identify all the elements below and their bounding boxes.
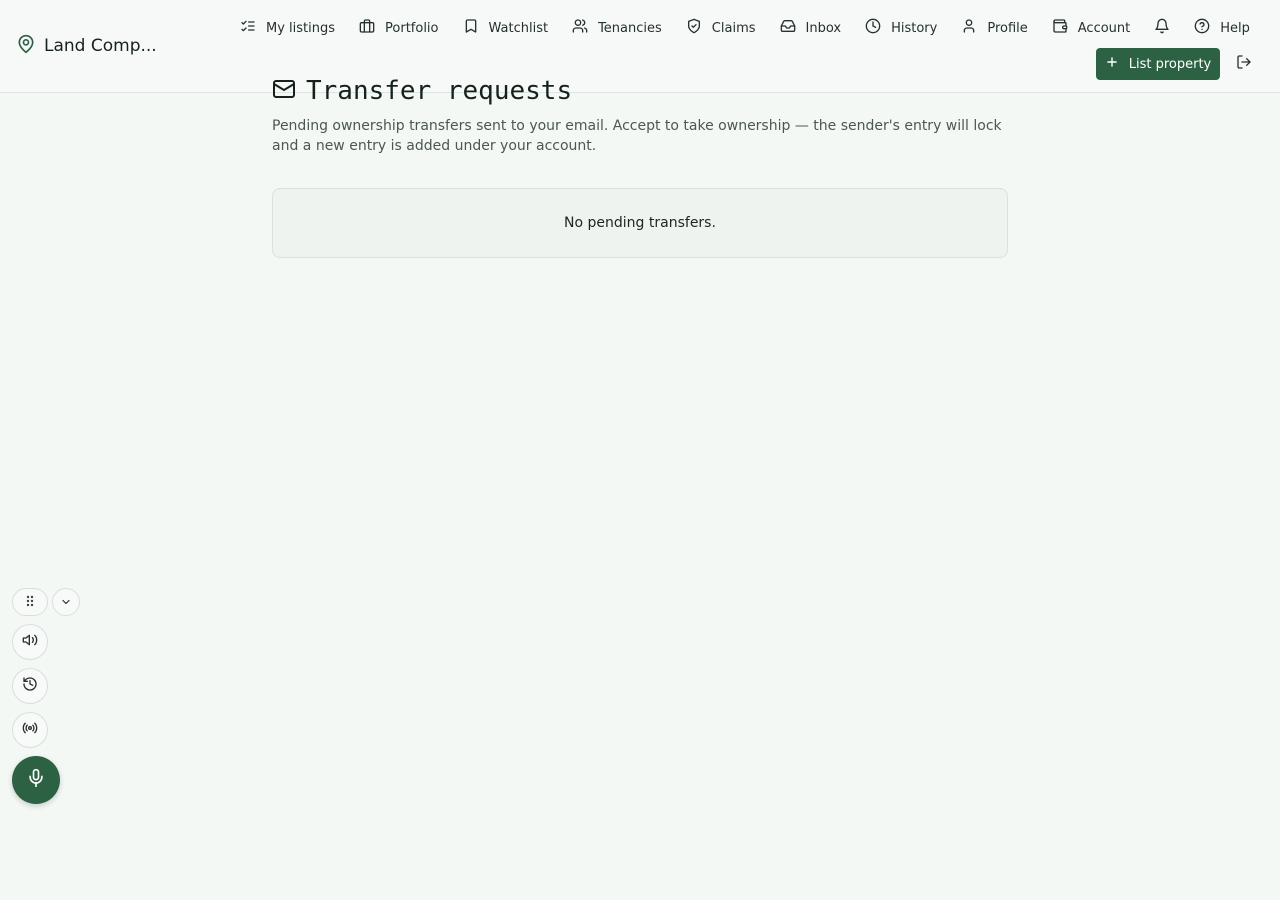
nav-label: Watchlist (488, 20, 549, 36)
logout-button[interactable] (1232, 52, 1256, 76)
list-checks-icon (240, 18, 256, 38)
nav-portfolio[interactable]: Portfolio (347, 14, 450, 42)
nav-account[interactable]: Account (1040, 14, 1143, 42)
nav-label: Help (1220, 20, 1250, 36)
bell-icon (1154, 18, 1170, 38)
list-property-label: List property (1128, 56, 1212, 72)
clock-icon (865, 18, 881, 38)
briefcase-icon (359, 18, 375, 38)
nav-label: My listings (266, 20, 336, 36)
nav-label: Inbox (805, 20, 842, 36)
nav-label: Tenancies (598, 20, 662, 36)
page-subtitle: Pending ownership transfers sent to your… (272, 118, 1002, 154)
microphone-button[interactable] (12, 756, 60, 804)
page-heading: Transfer requests (272, 74, 572, 108)
nav-history[interactable]: History (853, 14, 949, 42)
nav-label: Claims (711, 20, 756, 36)
notifications-button[interactable] (1142, 14, 1182, 42)
history-icon (22, 676, 38, 696)
brand[interactable]: Land Comp... (16, 34, 157, 58)
speaker-button[interactable] (12, 624, 48, 660)
users-icon (572, 18, 588, 38)
microphone-icon (26, 768, 46, 792)
app-name: Land Comp... (44, 36, 157, 56)
list-property-button[interactable]: List property (1096, 48, 1220, 80)
nav-inbox[interactable]: Inbox (768, 14, 854, 42)
nav-help[interactable]: Help (1182, 14, 1262, 42)
plus-icon (1105, 55, 1119, 73)
main-nav: My listings Portfolio Watchlist Tenancie… (228, 14, 1262, 42)
wallet-icon (1052, 18, 1068, 38)
log-out-icon (1236, 54, 1252, 74)
collapse-button[interactable] (52, 588, 80, 616)
map-pin-icon (16, 34, 36, 58)
bookmark-icon (463, 18, 479, 38)
nav-my-listings[interactable]: My listings (228, 14, 347, 42)
nav-claims[interactable]: Claims (674, 14, 768, 42)
nav-label: Account (1077, 20, 1131, 36)
app-header: Land Comp... My listings Portfolio Watch… (0, 0, 1280, 93)
chevron-down-icon (60, 593, 72, 612)
mail-open-icon (272, 77, 296, 105)
history-button[interactable] (12, 668, 48, 704)
nav-tenancies[interactable]: Tenancies (560, 14, 674, 42)
inbox-icon (780, 18, 796, 38)
nav-label: Profile (987, 20, 1028, 36)
volume-icon (22, 632, 38, 652)
radio-icon (22, 720, 38, 740)
nav-label: History (891, 20, 938, 36)
page-title: Transfer requests (306, 76, 573, 106)
grip-icon (24, 593, 36, 612)
shield-check-icon (686, 18, 702, 38)
help-circle-icon (1194, 18, 1210, 38)
user-icon (961, 18, 977, 38)
nav-label: Portfolio (385, 20, 439, 36)
broadcast-button[interactable] (12, 712, 48, 748)
nav-watchlist[interactable]: Watchlist (451, 14, 561, 42)
empty-state-message: No pending transfers. (564, 215, 716, 231)
drag-handle[interactable] (12, 588, 48, 616)
nav-profile[interactable]: Profile (949, 14, 1039, 42)
empty-state-card: No pending transfers. (272, 188, 1008, 258)
